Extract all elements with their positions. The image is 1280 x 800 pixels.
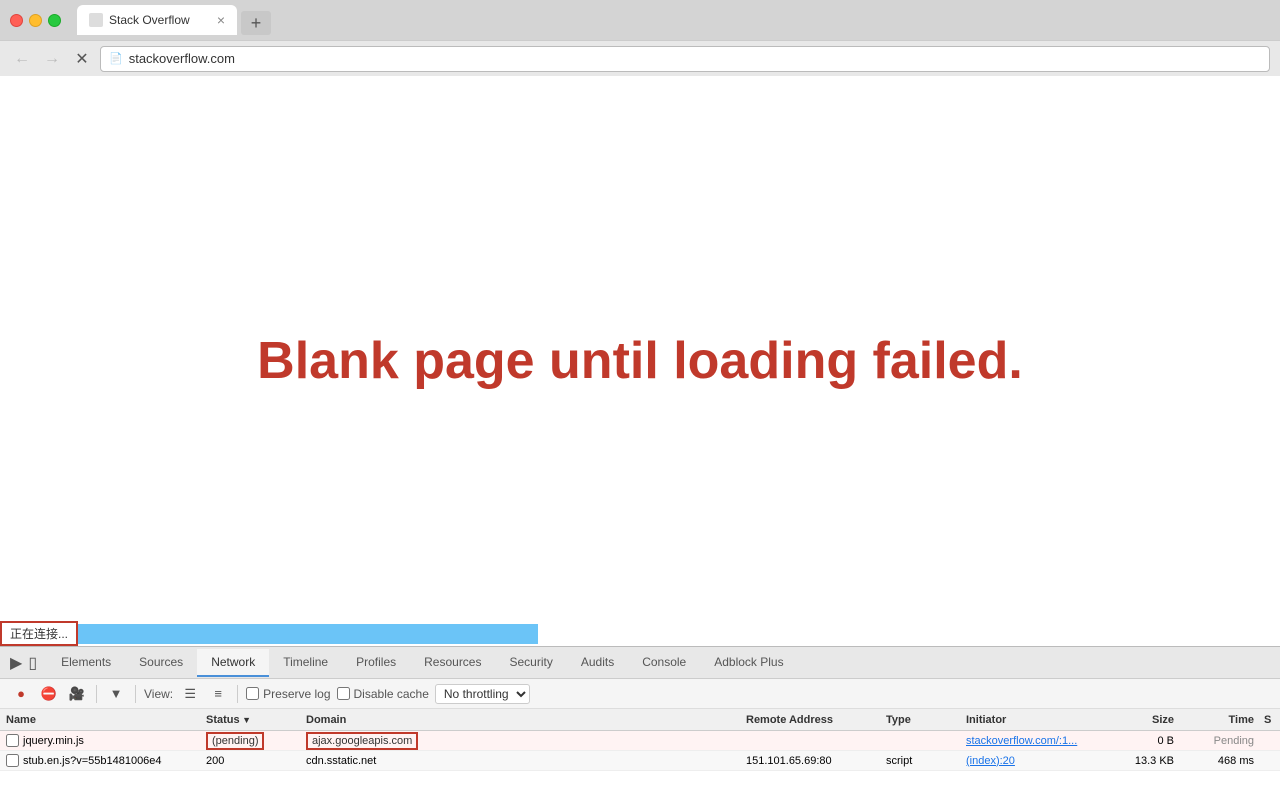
preserve-log-label[interactable]: Preserve log xyxy=(246,687,330,701)
status-bar: 正在连接... xyxy=(0,621,538,646)
col-name-header[interactable]: Name xyxy=(0,714,200,726)
tab-audits[interactable]: Audits xyxy=(567,649,628,677)
screenshot-button[interactable]: 🎥 xyxy=(66,683,88,705)
list-view-button[interactable]: ☰ xyxy=(179,683,201,705)
error-message: Blank page until loading failed. xyxy=(217,331,1063,391)
tab-resources[interactable]: Resources xyxy=(410,649,495,677)
tab-favicon xyxy=(89,13,103,27)
row-checkbox[interactable] xyxy=(6,754,19,767)
maximize-button[interactable] xyxy=(48,14,61,27)
col-initiator-header[interactable]: Initiator xyxy=(960,714,1110,726)
network-table: Name Status Domain Remote Address Type I… xyxy=(0,709,1280,771)
disable-cache-text: Disable cache xyxy=(354,687,429,701)
disable-cache-checkbox[interactable] xyxy=(337,687,350,700)
traffic-lights xyxy=(10,14,61,27)
title-bar: Stack Overflow × + xyxy=(0,0,1280,40)
devtools-inspect-icon[interactable]: ▶ xyxy=(10,653,22,673)
domain-badge: ajax.googleapis.com xyxy=(306,732,418,750)
row-time: 468 ms xyxy=(1180,755,1260,767)
close-button[interactable] xyxy=(10,14,23,27)
stop-button[interactable]: ✕ xyxy=(70,47,94,71)
tab-bar: Stack Overflow × + xyxy=(77,5,1270,35)
row-size: 0 B xyxy=(1110,735,1180,747)
status-progress-bar xyxy=(78,624,538,644)
status-text: 正在连接... xyxy=(0,621,78,646)
tab-profiles[interactable]: Profiles xyxy=(342,649,410,677)
tab-title: Stack Overflow xyxy=(109,13,211,27)
devtools-tab-bar: ▶ ▯ Elements Sources Network Timeline Pr… xyxy=(0,647,1280,679)
col-remote-header[interactable]: Remote Address xyxy=(740,714,880,726)
row-remote: 151.101.65.69:80 xyxy=(740,755,880,767)
col-size-header[interactable]: Size xyxy=(1110,714,1180,726)
col-time-header[interactable]: Time xyxy=(1180,714,1260,726)
col-domain-header[interactable]: Domain xyxy=(300,714,450,726)
col-status-header[interactable]: Status xyxy=(200,714,300,726)
toolbar-divider-1 xyxy=(96,685,97,703)
address-text: stackoverflow.com xyxy=(129,51,1261,66)
status-badge: (pending) xyxy=(206,732,264,750)
preserve-log-text: Preserve log xyxy=(263,687,330,701)
row-type: script xyxy=(880,755,960,767)
row-status: 200 xyxy=(200,755,300,767)
active-tab[interactable]: Stack Overflow × xyxy=(77,5,237,35)
toolbar-divider-3 xyxy=(237,685,238,703)
devtools-toolbar: ● ⛔ 🎥 ▼ View: ☰ ≡ Preserve log Disable c… xyxy=(0,679,1280,709)
row-name: stub.en.js?v=55b1481006e4 xyxy=(0,754,200,767)
preserve-log-checkbox[interactable] xyxy=(246,687,259,700)
tab-security[interactable]: Security xyxy=(495,649,566,677)
col-s-header: S xyxy=(1260,714,1280,726)
row-domain: cdn.sstatic.net xyxy=(300,755,450,767)
record-button[interactable]: ● xyxy=(10,683,32,705)
minimize-button[interactable] xyxy=(29,14,42,27)
tab-close-button[interactable]: × xyxy=(217,13,225,27)
filter-button[interactable]: ▼ xyxy=(105,683,127,705)
stop-recording-button[interactable]: ⛔ xyxy=(38,683,60,705)
row-time: Pending xyxy=(1180,735,1260,747)
row-checkbox[interactable] xyxy=(6,734,19,747)
tab-adblock[interactable]: Adblock Plus xyxy=(700,649,797,677)
row-name: jquery.min.js xyxy=(0,734,200,747)
nav-bar: ← → ✕ 📄 stackoverflow.com xyxy=(0,40,1280,76)
devtools-panel: ▶ ▯ Elements Sources Network Timeline Pr… xyxy=(0,646,1280,771)
row-size: 13.3 KB xyxy=(1110,755,1180,767)
back-button[interactable]: ← xyxy=(10,47,34,71)
row-status: (pending) xyxy=(200,732,300,750)
lock-icon: 📄 xyxy=(109,52,123,65)
address-bar[interactable]: 📄 stackoverflow.com xyxy=(100,46,1270,72)
tab-network[interactable]: Network xyxy=(197,649,269,677)
tab-elements[interactable]: Elements xyxy=(47,649,125,677)
tab-console[interactable]: Console xyxy=(628,649,700,677)
tab-sources[interactable]: Sources xyxy=(125,649,197,677)
devtools-responsive-icon[interactable]: ▯ xyxy=(28,653,37,673)
new-tab-button[interactable]: + xyxy=(241,11,271,35)
table-row[interactable]: stub.en.js?v=55b1481006e4 200 cdn.sstati… xyxy=(0,751,1280,771)
toolbar-divider-2 xyxy=(135,685,136,703)
row-initiator: stackoverflow.com/:1... xyxy=(960,735,1110,747)
col-type-header[interactable]: Type xyxy=(880,714,960,726)
forward-button[interactable]: → xyxy=(40,47,64,71)
row-domain: ajax.googleapis.com xyxy=(300,732,450,750)
disable-cache-label[interactable]: Disable cache xyxy=(337,687,429,701)
view-label: View: xyxy=(144,687,173,701)
detail-view-button[interactable]: ≡ xyxy=(207,683,229,705)
tab-timeline[interactable]: Timeline xyxy=(269,649,342,677)
page-content: Blank page until loading failed. 正在连接... xyxy=(0,76,1280,646)
table-row[interactable]: jquery.min.js (pending) ajax.googleapis.… xyxy=(0,731,1280,751)
table-header: Name Status Domain Remote Address Type I… xyxy=(0,709,1280,731)
throttle-select[interactable]: No throttling Slow 3G Fast 3G xyxy=(435,684,530,704)
row-initiator: (index):20 xyxy=(960,755,1110,767)
